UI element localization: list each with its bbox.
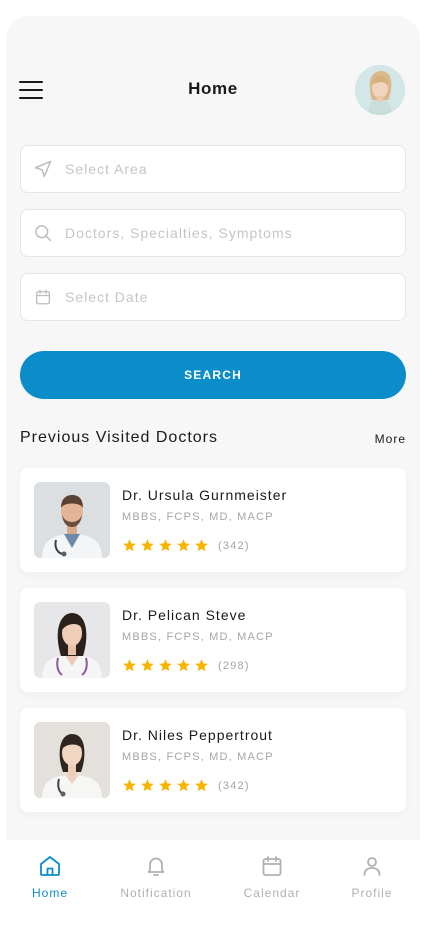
bottom-tab-bar: Home Notification Calendar Profile [6, 840, 420, 912]
calendar-icon [262, 856, 282, 876]
star-icon [123, 539, 136, 552]
doctor-rating: (342) [122, 778, 250, 793]
avatar[interactable] [355, 65, 405, 115]
date-input[interactable] [65, 289, 385, 305]
star-icon [123, 779, 136, 792]
search-icon [33, 223, 53, 243]
doctor-qualifications: MBBS, FCPS, MD, MACP [122, 751, 274, 763]
star-icon [141, 779, 154, 792]
doctor-photo [34, 482, 110, 558]
doctor-card[interactable]: Dr. Ursula Gurnmeister MBBS, FCPS, MD, M… [20, 468, 406, 572]
review-count: (298) [218, 659, 250, 672]
tab-notification[interactable]: Notification [112, 840, 200, 912]
area-field[interactable] [20, 145, 406, 193]
star-icon [159, 779, 172, 792]
review-count: (342) [218, 779, 250, 792]
header: Home [6, 16, 420, 166]
date-field[interactable] [20, 273, 406, 321]
review-count: (342) [218, 539, 250, 552]
more-link[interactable]: More [375, 432, 406, 446]
star-icon [159, 659, 172, 672]
star-icon [123, 659, 136, 672]
star-icon [141, 659, 154, 672]
tab-calendar[interactable]: Calendar [240, 840, 304, 912]
tab-label: Profile [351, 886, 393, 900]
doctor-photo [34, 722, 110, 798]
user-icon [363, 857, 381, 876]
section-title: Previous Visited Doctors [20, 429, 218, 446]
doctor-rating: (298) [122, 658, 250, 673]
doctor-name: Dr. Pelican Steve [122, 607, 247, 623]
doctor-card[interactable]: Dr. Niles Peppertrout MBBS, FCPS, MD, MA… [20, 708, 406, 812]
location-arrow-icon [33, 159, 53, 179]
home-icon [40, 856, 60, 876]
tab-profile[interactable]: Profile [344, 840, 400, 912]
search-input[interactable] [65, 225, 385, 241]
bell-icon [147, 857, 165, 876]
doctor-qualifications: MBBS, FCPS, MD, MACP [122, 631, 274, 643]
doctor-photo [34, 602, 110, 678]
tab-home[interactable]: Home [26, 840, 74, 912]
star-icon [177, 779, 190, 792]
star-icon [177, 659, 190, 672]
doctor-card[interactable]: Dr. Pelican Steve MBBS, FCPS, MD, MACP (… [20, 588, 406, 692]
star-icon [195, 659, 208, 672]
doctor-qualifications: MBBS, FCPS, MD, MACP [122, 511, 274, 523]
doctor-name: Dr. Ursula Gurnmeister [122, 487, 288, 503]
search-button[interactable]: SEARCH [20, 351, 406, 399]
area-input[interactable] [65, 161, 385, 177]
star-icon [177, 539, 190, 552]
calendar-icon [33, 287, 53, 307]
star-icon [195, 539, 208, 552]
tab-label: Notification [120, 886, 192, 900]
doctor-rating: (342) [122, 538, 250, 553]
app-screen: Home SEARCH Previous Visit [6, 16, 420, 912]
tab-label: Home [31, 886, 68, 900]
star-icon [141, 539, 154, 552]
doctor-name: Dr. Niles Peppertrout [122, 727, 273, 743]
star-icon [159, 539, 172, 552]
star-icon [195, 779, 208, 792]
query-field[interactable] [20, 209, 406, 257]
tab-label: Calendar [243, 886, 301, 900]
